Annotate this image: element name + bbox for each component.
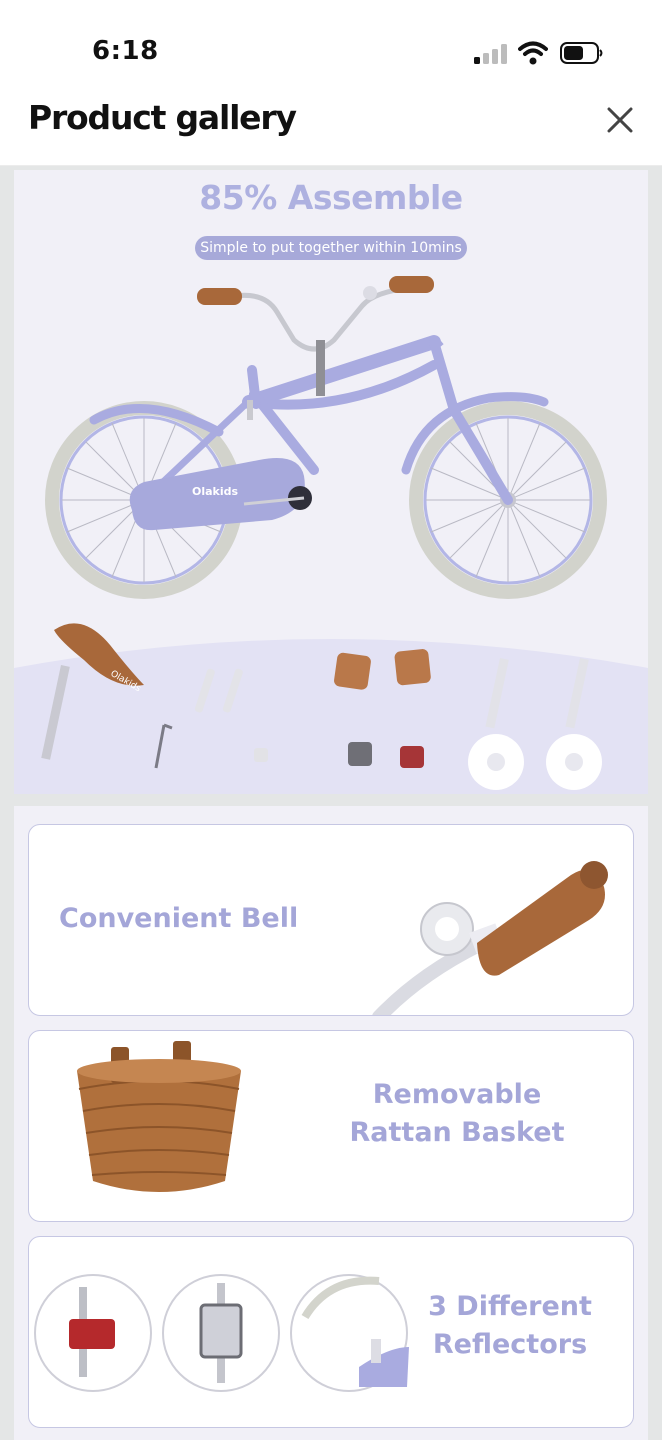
assemble-subheadline: Simple to put together within 10mins	[195, 236, 467, 260]
feature-card-bell: Convenient Bell	[28, 824, 634, 1016]
feature-card-basket: Removable Rattan Basket	[28, 1030, 634, 1222]
battery-icon	[560, 42, 603, 64]
status-time: 6:18	[92, 36, 159, 66]
close-icon[interactable]	[600, 100, 640, 140]
feature-card-reflectors: 3 Different Reflectors	[28, 1236, 634, 1428]
chainguard-brand: Olakids	[192, 485, 239, 498]
feature-image[interactable]: Convenient Bell Removable Rattan Basket	[14, 806, 648, 1440]
bike-illustration: Olakids Olakids	[14, 276, 648, 794]
header: Product gallery	[0, 96, 662, 166]
feature-basket-line1: Removable	[372, 1079, 542, 1110]
feature-reflectors-line2: Reflectors	[432, 1329, 588, 1360]
feature-bell-label: Convenient Bell	[59, 903, 299, 934]
status-bar: 6:18	[0, 0, 662, 96]
feature-basket-line2: Rattan Basket	[349, 1117, 565, 1148]
feature-reflectors-line1: 3 Different	[428, 1291, 592, 1322]
product-gallery[interactable]: Olakids Olakids 85% Assemble Simple to p…	[0, 166, 662, 1440]
signal-icon	[474, 44, 507, 64]
wifi-icon	[518, 41, 548, 65]
main-product-image[interactable]: Olakids Olakids 85% Assemble Simple to p…	[14, 170, 648, 794]
page-title: Product gallery	[28, 98, 297, 137]
assemble-headline: 85% Assemble	[199, 178, 463, 217]
